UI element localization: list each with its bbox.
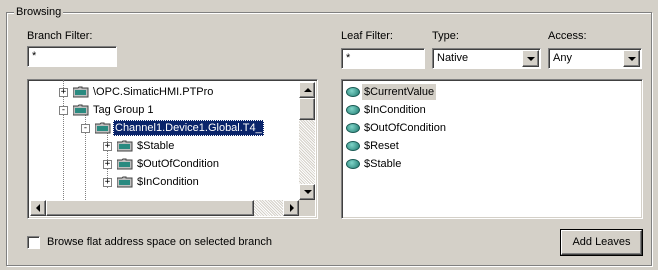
branch-tree[interactable]: + \OPC.SimaticHMI.PTPro - Tag Group 1 - …	[27, 79, 318, 219]
access-select[interactable]: Any	[548, 48, 642, 69]
folder-open-icon	[73, 104, 89, 116]
tag-icon	[346, 123, 360, 133]
tree-item[interactable]: + $InCondition	[28, 174, 288, 192]
leaf-item-label[interactable]: $InCondition	[362, 102, 428, 118]
add-leaves-button[interactable]: Add Leaves	[561, 230, 642, 255]
leaf-item-label[interactable]: $OutOfCondition	[362, 120, 448, 136]
list-item[interactable]: $InCondition	[346, 102, 546, 120]
leaf-list[interactable]: $CurrentValue $InCondition $OutOfConditi…	[341, 79, 643, 219]
leaf-item-label[interactable]: $Reset	[362, 138, 401, 154]
folder-icon	[117, 140, 133, 152]
flat-browse-checkbox[interactable]	[27, 236, 40, 249]
tag-icon	[346, 141, 360, 151]
folder-open-icon	[95, 122, 111, 134]
list-item[interactable]: $Stable	[346, 156, 546, 174]
vertical-scrollbar-thumb[interactable]	[299, 98, 315, 120]
leaf-item-label[interactable]: $CurrentValue	[362, 84, 437, 100]
expand-icon[interactable]: +	[103, 142, 112, 151]
list-item[interactable]: $OutOfCondition	[346, 120, 546, 138]
tag-icon	[346, 87, 360, 97]
horizontal-scrollbar-thumb[interactable]	[46, 200, 254, 216]
scroll-up-button[interactable]	[299, 82, 315, 98]
leaf-item-label[interactable]: $Stable	[362, 156, 403, 172]
type-select[interactable]: Native	[432, 48, 541, 69]
type-select-value: Native	[437, 52, 469, 64]
arrow-right-icon	[290, 204, 294, 212]
chevron-down-icon	[628, 57, 636, 61]
group-title: Browsing	[14, 5, 64, 19]
type-label: Type:	[432, 30, 459, 42]
branch-filter-label: Branch Filter:	[27, 30, 93, 42]
access-select-value: Any	[553, 52, 572, 64]
tree-item[interactable]: + $Stable	[28, 138, 288, 156]
tree-item[interactable]: - Tag Group 1	[28, 102, 288, 120]
arrow-left-icon	[36, 204, 40, 212]
tree-item-selected[interactable]: - Channel1.Device1.Global.T4_	[28, 120, 308, 138]
access-label: Access:	[548, 30, 587, 42]
tree-item[interactable]: + \OPC.SimaticHMI.PTPro	[28, 84, 288, 102]
expand-icon[interactable]: +	[59, 88, 68, 97]
tree-item-label[interactable]: $Stable	[135, 138, 176, 154]
tree-item-label[interactable]: $OutOfCondition	[135, 156, 221, 172]
collapse-icon[interactable]: -	[81, 124, 90, 133]
chevron-down-icon	[527, 57, 535, 61]
collapse-icon[interactable]: -	[59, 106, 68, 115]
folder-icon	[117, 158, 133, 170]
expand-icon[interactable]: +	[103, 178, 112, 187]
scrollbar-corner	[299, 200, 315, 216]
folder-icon	[73, 86, 89, 98]
tree-item-label[interactable]: \OPC.SimaticHMI.PTPro	[91, 84, 215, 100]
tree-item-label[interactable]: Tag Group 1	[91, 102, 156, 118]
tag-icon	[346, 159, 360, 169]
list-item[interactable]: $CurrentValue	[346, 84, 546, 102]
tree-item[interactable]: + $OutOfCondition	[28, 156, 288, 174]
scroll-down-button[interactable]	[299, 184, 315, 200]
leaf-filter-label: Leaf Filter:	[341, 30, 393, 42]
expand-icon[interactable]: +	[103, 160, 112, 169]
arrow-up-icon	[304, 88, 312, 92]
folder-icon	[117, 176, 133, 188]
branch-filter-input[interactable]: *	[27, 46, 117, 67]
tree-item-label[interactable]: $InCondition	[135, 174, 201, 190]
flat-browse-label[interactable]: Browse flat address space on selected br…	[47, 236, 272, 249]
scroll-left-button[interactable]	[30, 200, 46, 216]
leaf-filter-input[interactable]: *	[341, 48, 425, 69]
arrow-down-icon	[304, 190, 312, 194]
tag-icon	[346, 105, 360, 115]
scroll-right-button[interactable]	[283, 200, 299, 216]
access-dropdown-button[interactable]	[623, 50, 640, 67]
type-dropdown-button[interactable]	[522, 50, 539, 67]
list-item[interactable]: $Reset	[346, 138, 546, 156]
tree-item-label[interactable]: Channel1.Device1.Global.T4_	[113, 120, 264, 136]
